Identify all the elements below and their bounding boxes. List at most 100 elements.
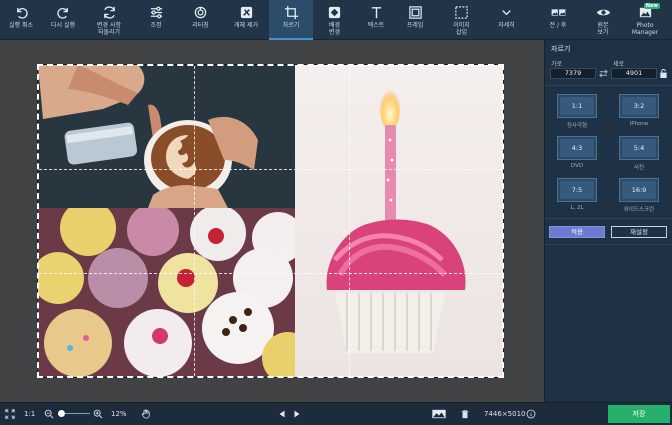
panel-title: 자르기 — [551, 45, 571, 53]
revert-button[interactable]: 변경 사항 되돌리기 — [84, 0, 134, 40]
fit-screen-icon — [5, 409, 15, 419]
eye-icon — [596, 9, 610, 16]
retouch-button[interactable]: 리터칭 — [178, 0, 223, 40]
ratio-name: 정사각형 — [566, 123, 588, 129]
zoom-value: 12% — [111, 410, 127, 418]
undo-label: 실행 취소 — [9, 22, 33, 29]
revert-label: 변경 사항 되돌리기 — [97, 22, 121, 36]
ratio-3-2-option[interactable]: 3:2 iPhone — [611, 94, 667, 127]
reset-button[interactable]: 재설정 — [611, 226, 667, 238]
main-toolbar: 실행 취소 다시 실행 변경 사항 되돌리기 조정 리터칭 개체 제거 자르기 … — [0, 0, 672, 40]
text-button[interactable]: 텍스트 — [356, 0, 396, 40]
panel-divider — [545, 85, 672, 86]
save-button[interactable]: 저장 — [608, 405, 670, 423]
crop-icon — [284, 5, 298, 20]
actual-size-button[interactable]: 1:1 — [24, 403, 35, 425]
ratio-name: L, 2L — [570, 205, 584, 211]
before-after-label: 전 / 후 — [549, 22, 567, 29]
birthday-cupcake-photo — [295, 65, 503, 377]
image-canvas[interactable] — [0, 40, 544, 402]
photo-manager-button[interactable]: New Photo Manager — [626, 0, 664, 40]
width-label: 가로 — [551, 61, 563, 68]
eraser-icon — [240, 6, 252, 19]
insert-image-label: 이미지 삽입 — [453, 22, 470, 36]
image-dimensions: 7446×5010 — [484, 410, 526, 418]
delete-button[interactable] — [460, 403, 470, 425]
lock-icon[interactable] — [659, 68, 668, 79]
previous-image-button[interactable] — [277, 403, 287, 425]
view-original-button[interactable]: 원본 보기 — [580, 0, 626, 40]
change-background-button[interactable]: 배경 변경 — [313, 0, 356, 40]
apply-button[interactable]: 적용 — [549, 226, 605, 238]
crop-tab-button[interactable]: 자르기 — [269, 0, 313, 40]
coffee-photo — [38, 65, 295, 208]
hand-icon — [141, 409, 150, 419]
frame-label: 프레임 — [406, 22, 424, 29]
retouch-icon — [194, 6, 207, 19]
width-input[interactable]: 7379 — [550, 68, 596, 79]
ratio-4-3-option[interactable]: 4:3 DVD — [549, 136, 605, 169]
hand-tool-button[interactable] — [141, 403, 151, 425]
background-icon — [328, 6, 341, 19]
adjust-sliders-icon — [150, 6, 162, 19]
ratio-value: 4:3 — [557, 136, 597, 160]
info-icon — [526, 409, 536, 419]
photo-collage — [37, 64, 504, 378]
more-label: 자세히 — [498, 22, 515, 29]
zoom-out-button[interactable] — [44, 403, 54, 425]
more-button[interactable]: 자세히 — [489, 0, 524, 40]
ratio-value: 5:4 — [619, 136, 659, 160]
status-bar: 1:1 12% 7446×5010 저장 — [0, 402, 672, 424]
before-after-icon — [551, 9, 565, 16]
triangle-right-icon — [294, 410, 300, 418]
ratio-1-1-option[interactable]: 1:1 정사각형 — [549, 94, 605, 129]
ratio-name: iPhone — [629, 121, 649, 127]
zoom-in-icon — [93, 409, 103, 419]
ratio-value: 1:1 — [557, 94, 597, 118]
panel-divider — [545, 218, 672, 219]
zoom-in-button[interactable] — [93, 403, 103, 425]
ratio-7-5-option[interactable]: 7:5 L, 2L — [549, 178, 605, 211]
before-after-button[interactable]: 전 / 후 — [536, 0, 580, 40]
triangle-left-icon — [279, 410, 285, 418]
ratio-name: 와이드스크린 — [623, 207, 655, 213]
trash-icon — [461, 410, 469, 419]
redo-icon — [56, 7, 68, 19]
remove-object-label: 개체 제거 — [234, 22, 258, 29]
crop-panel: 자르기 가로 세로 7379 4901 1:1 정사각형 3:2 iPhone … — [544, 40, 672, 402]
undo-icon — [16, 7, 28, 19]
redo-label: 다시 실행 — [51, 22, 75, 29]
ratio-16-9-option[interactable]: 16:9 와이드스크린 — [611, 178, 667, 213]
insert-image-button[interactable]: 이미지 삽입 — [434, 0, 489, 40]
text-icon — [371, 7, 381, 19]
undo-button[interactable]: 실행 취소 — [0, 0, 42, 40]
ratio-name: 사진 — [633, 165, 645, 171]
ratio-5-4-option[interactable]: 5:4 사진 — [611, 136, 667, 171]
swap-icon[interactable] — [599, 68, 608, 79]
cupcakes-photo — [38, 208, 295, 377]
change-background-label: 배경 변경 — [328, 22, 341, 36]
adjust-button[interactable]: 조정 — [134, 0, 178, 40]
insert-image-icon — [455, 6, 468, 19]
ratio-name: DVD — [570, 163, 584, 169]
gallery-icon — [432, 409, 446, 419]
view-original-label: 원본 보기 — [597, 22, 609, 36]
zoom-slider-handle[interactable] — [58, 410, 66, 417]
fit-to-screen-button[interactable] — [5, 403, 15, 425]
ratio-value: 7:5 — [557, 178, 597, 202]
gallery-button[interactable] — [430, 403, 448, 425]
info-button[interactable] — [526, 403, 536, 425]
panel-divider — [545, 244, 672, 245]
remove-object-button[interactable]: 개체 제거 — [223, 0, 269, 40]
height-input[interactable]: 4901 — [611, 68, 657, 79]
frame-button[interactable]: 프레임 — [396, 0, 434, 40]
height-label: 세로 — [613, 61, 625, 68]
adjust-label: 조정 — [150, 22, 162, 29]
revert-icon — [103, 6, 115, 19]
redo-button[interactable]: 다시 실행 — [42, 0, 84, 40]
zoom-out-icon — [44, 409, 54, 419]
text-label: 텍스트 — [367, 22, 385, 29]
ratio-value: 3:2 — [619, 94, 659, 118]
next-image-button[interactable] — [292, 403, 302, 425]
